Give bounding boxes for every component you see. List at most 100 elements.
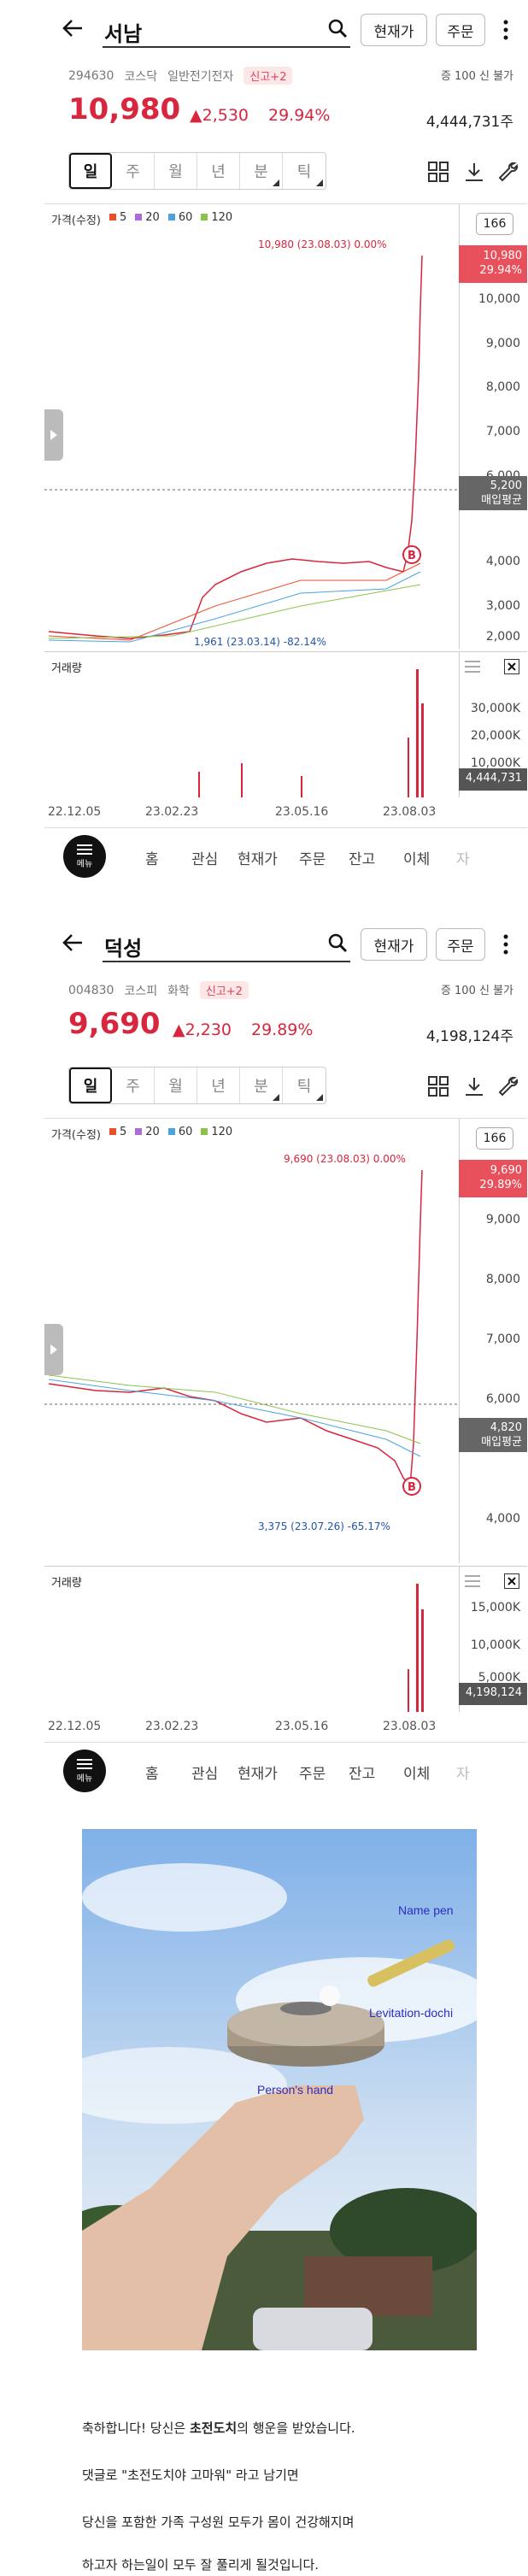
volume-tick: 15,000K (470, 1601, 520, 1614)
period-minute[interactable]: 분 (240, 1067, 283, 1103)
nav-current-price[interactable]: 현재가 (238, 847, 278, 868)
period-tick[interactable]: 틱 (283, 1067, 326, 1103)
y-tick: 8,000 (485, 1273, 520, 1286)
status-badge: 신고+2 (199, 981, 249, 999)
nav-balance[interactable]: 잔고 (349, 1761, 375, 1783)
caption-line-1-post: 의 행운을 받았습니다. (237, 2420, 355, 2436)
period-day[interactable]: 일 (69, 1067, 112, 1103)
nav-transfer[interactable]: 이체 (403, 847, 430, 868)
legend-ma60-label: 60 (178, 211, 193, 224)
volume-marker: 4,198,124 (459, 1683, 527, 1705)
legend-ma20-label: 20 (145, 1126, 160, 1138)
nav-order[interactable]: 주문 (299, 1761, 326, 1783)
photo-illustration: Name pen Levitation-dochi Person's hand (82, 1829, 477, 2350)
wrench-icon[interactable] (497, 1075, 519, 1097)
nav-balance[interactable]: 잔고 (349, 847, 375, 868)
current-price-marker-pct: 29.94% (479, 264, 522, 277)
top-bar: 서남 현재가 주문 (44, 7, 527, 50)
order-button[interactable]: 주문 (436, 928, 485, 961)
more-vertical-icon[interactable] (502, 19, 510, 41)
hamburger-icon[interactable] (465, 1575, 480, 1587)
dropdown-triangle-icon (316, 1094, 323, 1101)
price-chart[interactable]: B 가격(수정) 5 20 60 120 9,690 (23.08.03) 0.… (44, 1118, 527, 1563)
back-arrow-icon[interactable] (60, 15, 85, 41)
top-bar: 덕성 현재가 주문 (44, 921, 527, 964)
price-chart-plot: B (44, 1169, 459, 1496)
dropdown-triangle-icon (273, 1094, 279, 1101)
grid-icon[interactable] (427, 1075, 449, 1097)
date-tick: 23.08.03 (383, 805, 437, 819)
period-tick-label: 틱 (296, 1078, 312, 1096)
nav-more[interactable]: 자 (456, 1761, 470, 1783)
ma20-dot (135, 1128, 143, 1135)
levitation-doll (320, 1985, 340, 2006)
period-year[interactable]: 년 (197, 1067, 240, 1103)
volume-chart[interactable]: 거래량 15,000K 10,000K 5,000K 4,198,124 (44, 1566, 527, 1712)
candle-count[interactable]: 166 (476, 213, 513, 235)
period-tick[interactable]: 틱 (283, 153, 326, 189)
more-vertical-icon[interactable] (502, 933, 510, 956)
volume-bar (421, 703, 424, 797)
price-change: ▲2,530 (190, 106, 249, 125)
doll-label: Levitation-dochi (369, 2006, 453, 2020)
sector-name: 일반전기전자 (167, 69, 234, 84)
legend-ma20-label: 20 (145, 211, 160, 224)
caption-line-2: 댓글로 "초전도치야 고마워" 라고 남기면 (82, 2467, 299, 2483)
caption-line-3: 당신을 포함한 가족 구성원 모두가 몸이 건강해지며 (82, 2514, 355, 2530)
volume-chart[interactable]: 거래량 30,000K 20,000K 10,000K 4,444,731 (44, 651, 527, 797)
period-week[interactable]: 주 (112, 153, 155, 189)
volume-bar (421, 1609, 424, 1712)
stock-name[interactable]: 덕성 (104, 932, 142, 962)
side-panel-handle[interactable] (44, 409, 63, 461)
current-price-button[interactable]: 현재가 (361, 928, 427, 961)
date-tick: 22.12.05 (48, 1720, 102, 1733)
period-day[interactable]: 일 (69, 153, 112, 189)
hamburger-icon[interactable] (465, 661, 480, 673)
bottom-nav: 메뉴 홈 관심 현재가 주문 잔고 이체 자 (44, 827, 527, 882)
caption-line-1-pre: 축하합니다! 당신은 (82, 2420, 190, 2436)
legend-ma5: 5 (109, 211, 126, 227)
candle-count[interactable]: 166 (476, 1127, 513, 1150)
period-month[interactable]: 월 (155, 153, 197, 189)
period-week[interactable]: 주 (112, 1067, 155, 1103)
nav-home[interactable]: 홈 (145, 1761, 159, 1783)
wrench-icon[interactable] (497, 161, 519, 183)
close-icon[interactable] (504, 1573, 519, 1589)
menu-button[interactable]: 메뉴 (63, 835, 106, 878)
nav-current-price[interactable]: 현재가 (238, 1761, 278, 1783)
price-chart[interactable]: B 가격(수정) 5 20 60 120 10,980 (23.08.03) 0… (44, 203, 527, 649)
order-button[interactable]: 주문 (436, 14, 485, 46)
menu-button[interactable]: 메뉴 (63, 1750, 106, 1792)
nav-order[interactable]: 주문 (299, 847, 326, 868)
close-icon[interactable] (504, 659, 519, 674)
nav-more[interactable]: 자 (456, 847, 470, 868)
ma5-dot (109, 214, 116, 221)
price-chart-plot: B (44, 255, 459, 643)
nav-watchlist[interactable]: 관심 (191, 1761, 218, 1783)
menu-icon (77, 844, 92, 855)
search-icon[interactable] (326, 932, 349, 954)
y-tick: 8,000 (485, 380, 520, 394)
volume-bars (408, 1584, 424, 1712)
caption-line-1-strong: 초전도치 (189, 2420, 238, 2436)
ma60-dot (167, 1128, 175, 1135)
avg-price-marker-value: 4,820 (490, 1421, 522, 1434)
back-arrow-icon[interactable] (60, 930, 85, 956)
period-year[interactable]: 년 (197, 153, 240, 189)
stock-name[interactable]: 서남 (104, 17, 142, 47)
nav-home[interactable]: 홈 (145, 847, 159, 868)
nav-watchlist[interactable]: 관심 (191, 847, 218, 868)
high-annotation: 10,980 (23.08.03) 0.00% (258, 238, 387, 250)
download-icon[interactable] (463, 1075, 485, 1097)
current-price-marker-value: 9,690 (490, 1164, 522, 1177)
period-minute[interactable]: 분 (240, 153, 283, 189)
period-selector: 일 주 월 년 분 틱 (68, 1067, 326, 1104)
search-icon[interactable] (326, 17, 349, 39)
nav-transfer[interactable]: 이체 (403, 1761, 430, 1783)
grid-icon[interactable] (427, 161, 449, 183)
side-panel-handle[interactable] (44, 1324, 63, 1375)
current-price-button[interactable]: 현재가 (361, 14, 427, 46)
legend-label: 가격(수정) (51, 215, 101, 227)
download-icon[interactable] (463, 161, 485, 183)
period-month[interactable]: 월 (155, 1067, 197, 1103)
